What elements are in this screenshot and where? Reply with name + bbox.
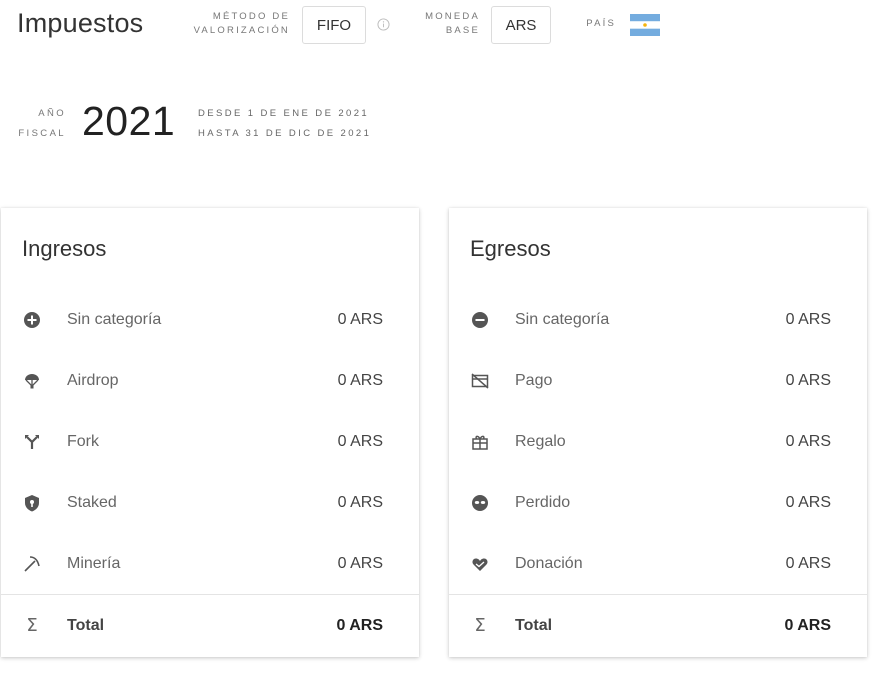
base-currency-label: MONEDA BASE <box>425 11 480 36</box>
expenses-row-value: 0 ARS <box>785 310 831 328</box>
valuation-method-select[interactable]: FIFO <box>302 6 366 44</box>
income-row-label: Airdrop <box>67 371 119 389</box>
gift-icon <box>469 431 491 453</box>
fiscal-year-value[interactable]: 2021 <box>82 98 175 145</box>
expenses-row-value: 0 ARS <box>785 493 831 511</box>
expenses-row-value: 0 ARS <box>785 371 831 389</box>
info-icon[interactable] <box>377 18 390 31</box>
expenses-total-value: 0 ARS <box>784 616 831 634</box>
income-card-title: Ingresos <box>22 236 107 261</box>
base-currency-value: ARS <box>505 16 537 34</box>
valuation-method-value: FIFO <box>316 16 352 34</box>
pickaxe-icon <box>21 553 43 575</box>
valuation-method-label: MÉTODO DE VALORIZACIÓN <box>193 11 290 36</box>
income-row-label: Staked <box>67 493 117 511</box>
sigma-icon: Σ <box>26 615 38 636</box>
expenses-row-label: Perdido <box>515 493 571 511</box>
income-row-value: 0 ARS <box>337 554 383 572</box>
expenses-row-value: 0 ARS <box>785 432 831 450</box>
income-row-fork[interactable]: Fork 0 ARS <box>1 411 419 472</box>
expenses-row-label: Sin categoría <box>515 310 610 328</box>
income-row-value: 0 ARS <box>337 371 383 389</box>
expenses-row-value: 0 ARS <box>785 554 831 572</box>
sigma-icon: Σ <box>474 615 486 636</box>
income-total-row: Σ Total 0 ARS <box>1 595 419 656</box>
mask-icon <box>469 492 491 514</box>
country-label: PAÍS <box>586 18 616 29</box>
income-row-value: 0 ARS <box>337 432 383 450</box>
expenses-row-label: Donación <box>515 554 583 572</box>
expenses-row-uncategorized[interactable]: Sin categoría 0 ARS <box>449 289 867 350</box>
income-card: Ingresos Sin categoría 0 ARS Airdrop 0 A… <box>1 208 419 657</box>
expenses-total-row: Σ Total 0 ARS <box>449 595 867 656</box>
income-row-staked[interactable]: Staked 0 ARS <box>1 472 419 533</box>
income-total-label: Total <box>67 616 105 634</box>
fiscal-year-range: DESDE 1 DE ENE DE 2021 HASTA 31 DE DIC D… <box>198 108 372 139</box>
income-row-value: 0 ARS <box>337 310 383 328</box>
minus-circle-icon <box>469 309 491 331</box>
expenses-total-label: Total <box>515 616 553 634</box>
income-row-mining[interactable]: Minería 0 ARS <box>1 533 419 594</box>
income-row-label: Fork <box>67 432 99 450</box>
expenses-card-title: Egresos <box>470 236 551 261</box>
income-total-value: 0 ARS <box>336 616 383 634</box>
base-currency-select[interactable]: ARS <box>491 6 551 44</box>
fiscal-year-label: AÑO FISCAL <box>18 108 66 139</box>
parachute-icon <box>21 370 43 392</box>
income-row-value: 0 ARS <box>337 493 383 511</box>
expenses-row-gift[interactable]: Regalo 0 ARS <box>449 411 867 472</box>
expenses-row-label: Regalo <box>515 432 566 450</box>
expenses-row-lost[interactable]: Perdido 0 ARS <box>449 472 867 533</box>
argentina-flag-icon[interactable] <box>630 14 660 36</box>
income-row-airdrop[interactable]: Airdrop 0 ARS <box>1 350 419 411</box>
income-row-label: Minería <box>67 554 121 572</box>
expenses-card: Egresos Sin categoría 0 ARS Pago 0 ARS R… <box>449 208 867 657</box>
heart-hand-icon <box>469 553 491 575</box>
credit-card-off-icon <box>469 370 491 392</box>
expenses-row-donation[interactable]: Donación 0 ARS <box>449 533 867 594</box>
plus-circle-icon <box>21 309 43 331</box>
expenses-row-payment[interactable]: Pago 0 ARS <box>449 350 867 411</box>
fork-icon <box>21 431 43 453</box>
shield-icon <box>21 492 43 514</box>
page-title: Impuestos <box>17 8 144 38</box>
expenses-row-label: Pago <box>515 371 553 389</box>
income-row-uncategorized[interactable]: Sin categoría 0 ARS <box>1 289 419 350</box>
income-row-label: Sin categoría <box>67 310 162 328</box>
